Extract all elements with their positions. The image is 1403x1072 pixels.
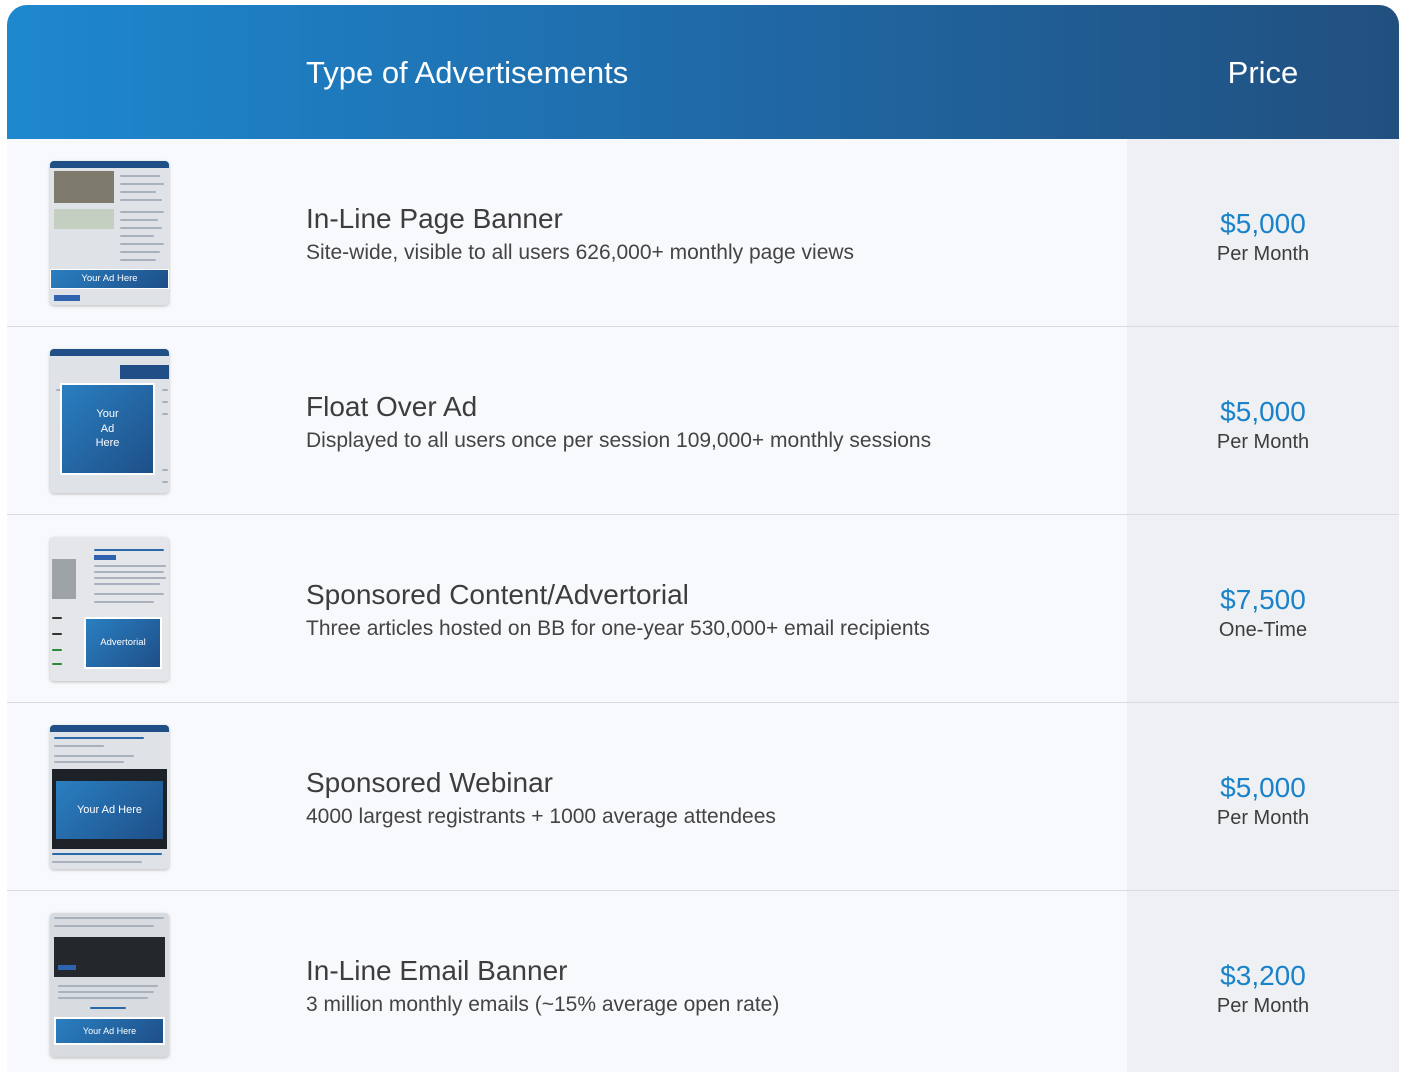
ad-type-description: Site-wide, visible to all users 626,000+… bbox=[306, 241, 855, 264]
ad-preview-thumbnail: Your Ad Here bbox=[50, 725, 169, 869]
price-amount: $5,000 bbox=[1220, 208, 1306, 239]
table-header: Type of Advertisements Price bbox=[7, 5, 1399, 139]
advertising-price-table: Type of Advertisements Price Your Ad Her… bbox=[7, 5, 1399, 1072]
thumbnail-photo bbox=[52, 559, 76, 599]
ad-placeholder: Your Ad Here bbox=[60, 383, 155, 475]
thumbnail-navbar bbox=[50, 725, 169, 732]
price-period: Per Month bbox=[1216, 243, 1310, 265]
price-period: Per Month bbox=[1216, 807, 1310, 829]
price-amount: $7,500 bbox=[1220, 584, 1306, 615]
ad-placeholder: Your Ad Here bbox=[54, 1017, 165, 1045]
social-share-icons bbox=[54, 295, 80, 301]
thumbnail-navbar bbox=[50, 349, 169, 356]
ad-preview-thumbnail: Your Ad Here bbox=[50, 913, 169, 1057]
ad-type-title: Sponsored Content/Advertorial bbox=[306, 579, 689, 610]
price-period: Per Month bbox=[1216, 995, 1310, 1017]
column-header-type: Type of Advertisements bbox=[306, 55, 629, 90]
ad-preview-thumbnail: Your Ad Here bbox=[50, 161, 169, 305]
ad-placeholder: Your Ad Here bbox=[50, 269, 169, 289]
column-header-price: Price bbox=[1227, 55, 1299, 90]
ad-type-title: In-Line Email Banner bbox=[306, 955, 568, 986]
price-amount: $3,200 bbox=[1220, 960, 1306, 991]
price-amount: $5,000 bbox=[1220, 396, 1306, 427]
thumbnail-navbar bbox=[50, 161, 169, 168]
table-row: Advertorial Sponsored Content/Advertoria… bbox=[7, 515, 1399, 703]
table-row: Your Ad Here In-Line Email Banner 3 mill… bbox=[7, 891, 1399, 1072]
thumbnail-photo bbox=[54, 171, 114, 203]
ad-placeholder: Advertorial bbox=[84, 617, 162, 669]
email-hero bbox=[54, 937, 165, 977]
ad-placeholder: Your Ad Here bbox=[56, 781, 163, 839]
ad-preview-thumbnail: Advertorial bbox=[50, 537, 169, 681]
table-row: Your Ad Here In-Line Page Banner Site-wi… bbox=[7, 139, 1399, 327]
ad-type-description: Displayed to all users once per session … bbox=[306, 429, 932, 452]
price-period: Per Month bbox=[1216, 431, 1310, 453]
ad-preview-thumbnail: Your Ad Here bbox=[50, 349, 169, 493]
table-row: Your Ad Here Sponsored Webinar 4000 larg… bbox=[7, 703, 1399, 891]
ad-type-description: 4000 largest registrants + 1000 average … bbox=[306, 805, 776, 828]
ad-type-description: 3 million monthly emails (~15% average o… bbox=[306, 993, 780, 1016]
ad-type-title: In-Line Page Banner bbox=[306, 203, 563, 234]
price-amount: $5,000 bbox=[1220, 772, 1306, 803]
ad-type-title: Sponsored Webinar bbox=[306, 767, 553, 798]
ad-type-description: Three articles hosted on BB for one-year… bbox=[306, 617, 930, 640]
ad-type-title: Float Over Ad bbox=[306, 391, 478, 422]
table-row: Your Ad Here Float Over Ad Displayed to … bbox=[7, 327, 1399, 515]
price-period: One-Time bbox=[1218, 619, 1308, 641]
